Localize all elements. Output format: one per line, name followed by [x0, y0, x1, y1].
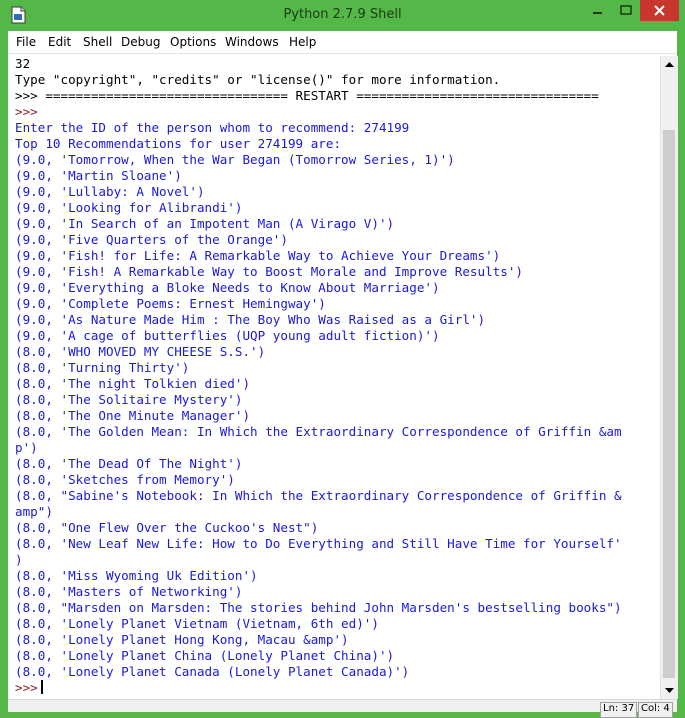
window-title: Python 2.7.9 Shell	[283, 7, 402, 22]
shell-output: 32 Type "copyright", "credits" or "licen…	[8, 56, 660, 696]
shell-line: (9.0, 'As Nature Made Him : The Boy Who …	[15, 312, 486, 327]
menu-bar: File Edit Shell Debug Options Windows He…	[8, 31, 677, 54]
triangle-up-icon	[665, 62, 674, 67]
status-column: Col: 4	[638, 702, 673, 718]
shell-line: (8.0, 'Sketches from Memory')	[15, 472, 235, 487]
vertical-scrollbar[interactable]	[660, 56, 678, 699]
shell-line: (8.0, "Marsden on Marsden: The stories b…	[15, 600, 622, 615]
shell-line: (8.0, 'WHO MOVED MY CHEESE S.S.')	[15, 344, 266, 359]
shell-line: (9.0, 'Five Quarters of the Orange')	[15, 232, 288, 247]
shell-line: (9.0, 'A cage of butterflies (UQP young …	[15, 328, 440, 343]
shell-line: p')	[15, 440, 38, 455]
minimize-button[interactable]	[584, 0, 612, 21]
shell-line: >>>	[15, 104, 38, 119]
close-icon	[654, 5, 665, 16]
text-cursor	[40, 680, 43, 694]
menu-windows[interactable]: Windows	[225, 35, 279, 49]
shell-line: 32	[15, 56, 31, 71]
shell-line: (8.0, 'New Leaf New Life: How to Do Ever…	[15, 536, 622, 551]
menu-shell[interactable]: Shell	[83, 35, 112, 49]
shell-line: (8.0, 'Masters of Networking')	[15, 584, 243, 599]
shell-line: (9.0, 'Tomorrow, When the War Began (Tom…	[15, 152, 455, 167]
shell-line: (8.0, 'Lonely Planet China (Lonely Plane…	[15, 648, 395, 663]
status-line: Ln: 37	[600, 702, 638, 718]
menu-options[interactable]: Options	[170, 35, 216, 49]
shell-line: (9.0, 'Fish! for Life: A Remarkable Way …	[15, 248, 501, 263]
shell-prompt: >>>	[15, 680, 38, 695]
shell-line: (8.0, 'Lonely Planet Hong Kong, Macau &a…	[15, 632, 349, 647]
shell-line: Enter the ID of the person whom to recom…	[15, 120, 410, 135]
shell-line: (8.0, 'The Golden Mean: In Which the Ext…	[15, 424, 622, 439]
close-button[interactable]	[640, 0, 679, 21]
shell-line: Type "copyright", "credits" or "license(…	[15, 72, 501, 87]
shell-line: )	[15, 552, 23, 567]
idle-shell-window: Python 2.7.9 Shell File Edit Shell Debug…	[0, 0, 685, 718]
shell-line: (8.0, "One Flew Over the Cuckoo's Nest")	[15, 520, 319, 535]
shell-line: (8.0, 'Turning Thirty')	[15, 360, 190, 375]
window-frame-left	[0, 31, 8, 711]
menu-debug[interactable]: Debug	[121, 35, 160, 49]
shell-line: (9.0, 'Everything a Bloke Needs to Know …	[15, 280, 440, 295]
menu-edit[interactable]: Edit	[48, 35, 71, 49]
scroll-down-button[interactable]	[661, 682, 678, 699]
maximize-icon	[620, 5, 632, 15]
status-bar: Ln: 37 Col: 4	[8, 699, 677, 718]
shell-line: >>> ================================ RES…	[15, 88, 599, 103]
window-frame-right	[677, 31, 685, 711]
shell-line: (8.0, 'The Dead Of The Night')	[15, 456, 243, 471]
maximize-button[interactable]	[612, 0, 640, 21]
scrollbar-thumb[interactable]	[663, 130, 675, 678]
shell-line: (8.0, 'Lonely Planet Canada (Lonely Plan…	[15, 664, 410, 679]
menu-help[interactable]: Help	[289, 35, 316, 49]
shell-line: (9.0, 'In Search of an Impotent Man (A V…	[15, 216, 395, 231]
title-bar[interactable]: Python 2.7.9 Shell	[0, 0, 685, 31]
shell-text-area[interactable]: 32 Type "copyright", "credits" or "licen…	[8, 56, 660, 699]
shell-line: (8.0, 'The Solitaire Mystery')	[15, 392, 243, 407]
shell-line: (8.0, 'The One Minute Manager')	[15, 408, 251, 423]
shell-line: (8.0, 'Lonely Planet Vietnam (Vietnam, 6…	[15, 616, 379, 631]
triangle-down-icon	[665, 688, 674, 693]
shell-line: (8.0, 'The night Tolkien died')	[15, 376, 251, 391]
shell-line: Top 10 Recommendations for user 274199 a…	[15, 136, 342, 151]
shell-line: (8.0, "Sabine's Notebook: In Which the E…	[15, 488, 622, 503]
shell-line: (9.0, 'Lullaby: A Novel')	[15, 184, 205, 199]
minimize-icon	[593, 12, 602, 14]
menu-file[interactable]: File	[16, 35, 36, 49]
shell-line: (8.0, 'Miss Wyoming Uk Edition')	[15, 568, 258, 583]
shell-line: (9.0, 'Looking for Alibrandi')	[15, 200, 243, 215]
shell-line: amp")	[15, 504, 53, 519]
shell-line: (9.0, 'Fish! A Remarkable Way to Boost M…	[15, 264, 523, 279]
scroll-up-button[interactable]	[661, 56, 678, 73]
shell-line: (9.0, 'Martin Sloane')	[15, 168, 182, 183]
shell-line: (9.0, 'Complete Poems: Ernest Hemingway'…	[15, 296, 326, 311]
